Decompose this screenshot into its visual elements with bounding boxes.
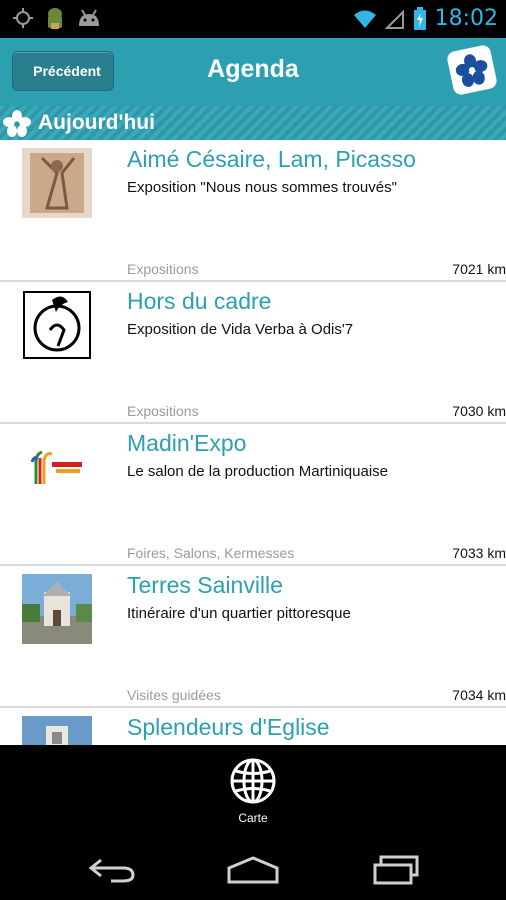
section-title: Aujourd'hui <box>38 111 155 134</box>
list-item[interactable]: Hors du cadre Exposition de Vida Verba à… <box>0 282 506 424</box>
event-list[interactable]: Aimé Césaire, Lam, Picasso Exposition "N… <box>0 140 506 745</box>
event-category: Visites guidées <box>127 687 221 703</box>
recent-apps-icon <box>373 855 419 885</box>
back-nav-button[interactable] <box>82 850 142 890</box>
event-title: Madin'Expo <box>127 430 247 456</box>
battery-icon <box>413 7 426 30</box>
android-debug-icon <box>79 9 99 26</box>
event-description: Exposition de Vida Verba à Odis'7 <box>127 321 354 338</box>
list-item[interactable]: Terres Sainville Itinéraire d'un quartie… <box>0 566 506 708</box>
home-nav-button[interactable] <box>223 850 283 890</box>
event-title: Splendeurs d'Eglise <box>127 714 330 740</box>
map-label: Carte <box>238 811 268 825</box>
list-item[interactable]: Madin'Expo Le salon de la production Mar… <box>0 424 506 566</box>
page-title: Agenda <box>207 55 299 83</box>
status-bar: 18:02 <box>0 0 506 38</box>
map-button[interactable]: Carte <box>223 757 283 837</box>
event-thumbnail <box>22 574 92 644</box>
action-bar: Précédent Agenda <box>0 38 506 106</box>
hibiscus-icon <box>3 110 31 137</box>
home-icon <box>227 856 279 884</box>
event-description: Itinéraire d'un quartier pittoresque <box>127 605 351 622</box>
event-distance: 7034 km <box>452 687 506 703</box>
event-description: Exposition "Nous nous sommes trouvés" <box>127 179 397 196</box>
event-thumbnail <box>22 290 92 360</box>
event-title: Aimé Césaire, Lam, Picasso <box>127 146 416 172</box>
event-thumbnail <box>22 716 92 745</box>
back-arrow-icon <box>88 858 135 883</box>
event-category: Foires, Salons, Kermesses <box>127 545 295 561</box>
signal-icon <box>384 9 404 29</box>
event-category: Expositions <box>127 261 199 277</box>
list-item[interactable]: Splendeurs d'Eglise <box>0 708 506 745</box>
event-distance: 7033 km <box>452 545 506 561</box>
event-thumbnail <box>22 148 92 218</box>
recent-apps-button[interactable] <box>366 850 426 890</box>
hibiscus-icon[interactable] <box>445 43 499 97</box>
android-icon <box>48 8 62 29</box>
system-nav-bar <box>0 840 506 900</box>
globe-icon <box>230 758 276 804</box>
event-title: Hors du cadre <box>127 288 272 314</box>
list-item[interactable]: Aimé Césaire, Lam, Picasso Exposition "N… <box>0 140 506 282</box>
wifi-icon <box>353 10 376 28</box>
bottom-toolbar: Carte <box>0 745 506 840</box>
event-description: Le salon de la production Martiniquaise <box>127 463 388 480</box>
gps-icon <box>13 8 33 28</box>
event-distance: 7021 km <box>452 261 506 277</box>
clock: 18:02 <box>434 6 498 31</box>
event-distance: 7030 km <box>452 403 506 419</box>
event-title: Terres Sainville <box>127 572 283 598</box>
event-category: Expositions <box>127 403 199 419</box>
section-header: Aujourd'hui <box>0 106 506 140</box>
event-thumbnail <box>22 432 92 502</box>
